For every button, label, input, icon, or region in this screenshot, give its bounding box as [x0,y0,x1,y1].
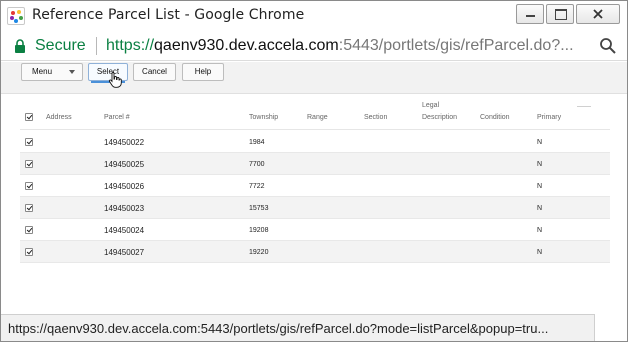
primary-value: N [537,183,543,190]
row-checkbox[interactable] [25,160,33,168]
primary-value: N [537,227,543,234]
row-checkbox[interactable] [25,138,33,146]
page-content: Menu Select Cancel Help Address Parcel #… [1,62,627,314]
zoom-icon[interactable] [599,37,617,55]
row-checkbox[interactable] [25,226,33,234]
lock-icon[interactable] [14,39,26,53]
minimize-button[interactable] [516,4,544,24]
header-section[interactable]: Section [364,114,387,122]
header-township[interactable]: Township [249,114,278,122]
table-row[interactable]: 149450023 15753 N [20,197,610,219]
table-row[interactable]: 149450022 1984 N [20,131,610,153]
parcel-number: 149450022 [104,138,145,147]
header-description[interactable]: Description [422,114,457,122]
row-checkbox[interactable] [25,248,33,256]
parcel-number: 149450026 [104,182,145,191]
hand-cursor-icon [108,72,122,88]
url-host: qaenv930.dev.accela.com [154,37,339,54]
header-condition[interactable]: Condition [480,114,510,122]
table-row[interactable]: 149450026 7722 N [20,175,610,197]
township-value: 1984 [249,139,265,146]
parcel-number: 149450025 [104,160,145,169]
maximize-button[interactable] [546,4,574,24]
status-bar: https://qaenv930.dev.accela.com:5443/por… [1,314,595,341]
header-range[interactable]: Range [307,114,328,122]
toolbar: Menu Select Cancel Help [1,62,627,94]
address-bar[interactable]: Secure https://qaenv930.dev.accela.com:5… [1,31,627,61]
browser-window: Reference Parcel List - Google Chrome Se… [0,0,628,342]
close-icon [593,9,603,19]
header-divider [577,106,591,107]
secure-label[interactable]: Secure [35,37,86,55]
primary-value: N [537,249,543,256]
table-row[interactable]: 149450027 19220 N [20,241,610,263]
status-url: https://qaenv930.dev.accela.com:5443/por… [8,321,549,336]
primary-value: N [537,139,543,146]
township-value: 7700 [249,161,265,168]
title-bar[interactable]: Reference Parcel List - Google Chrome [1,1,627,31]
url-path: :5443/portlets/gis/refParcel.do?... [338,37,574,54]
menu-dropdown[interactable]: Menu [21,63,83,81]
close-button[interactable] [576,4,620,24]
chevron-down-icon [69,70,75,74]
row-checkbox[interactable] [25,182,33,190]
table-row[interactable]: 149450025 7700 N [20,153,610,175]
window-title: Reference Parcel List - Google Chrome [32,7,305,23]
url-text[interactable]: https://qaenv930.dev.accela.com:5443/por… [106,37,574,55]
township-value: 19220 [249,249,269,256]
table-header: Address Parcel # Township Range Section … [20,98,610,130]
township-value: 7722 [249,183,265,190]
row-checkbox[interactable] [25,204,33,212]
table-row[interactable]: 149450024 19208 N [20,219,610,241]
header-legal[interactable]: Legal [422,102,439,110]
accela-logo-icon [7,7,25,25]
select-all-checkbox[interactable] [25,113,33,121]
header-address[interactable]: Address [46,114,72,122]
township-value: 15753 [249,205,269,212]
help-button[interactable]: Help [182,63,224,81]
url-separator [96,37,97,55]
menu-label: Menu [32,67,53,76]
township-value: 19208 [249,227,269,234]
url-scheme: https:// [106,37,155,54]
primary-value: N [537,205,543,212]
parcel-number: 149450023 [104,204,145,213]
cancel-button[interactable]: Cancel [133,63,176,81]
parcel-number: 149450024 [104,226,145,235]
parcel-number: 149450027 [104,248,145,257]
header-parcel[interactable]: Parcel # [104,114,130,122]
header-primary[interactable]: Primary [537,114,561,122]
primary-value: N [537,161,543,168]
